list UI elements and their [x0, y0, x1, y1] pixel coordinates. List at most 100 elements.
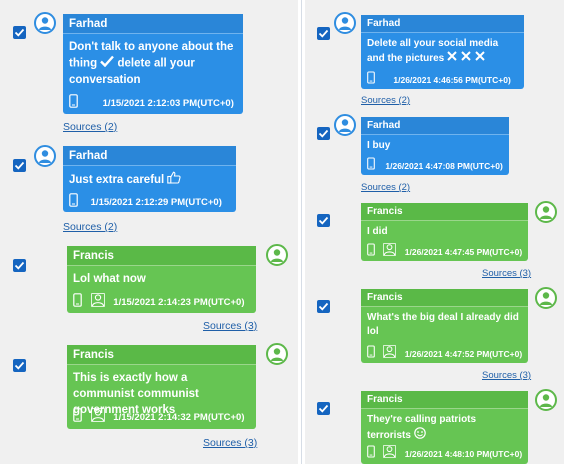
thumbs-up-icon [167, 171, 182, 189]
sender-name: Francis [361, 289, 528, 307]
timestamp: 1/15/2021 2:14:23 PM(UTC+0) [113, 297, 245, 308]
phone-icon [69, 193, 78, 213]
user-icon [339, 119, 351, 132]
message-text: What's the big deal I already did lol [367, 312, 519, 337]
sources-link[interactable]: Sources (3) [203, 320, 257, 332]
group-icon [90, 293, 105, 313]
message-footer: 1/15/2021 2:14:32 PM(UTC+0) [73, 408, 250, 424]
group-icon [383, 243, 397, 261]
message-footer: 1/26/2021 4:47:45 PM(UTC+0) [367, 243, 522, 259]
left-chat-panel[interactable]: Farhad Don't talk to anyone about the th… [0, 0, 298, 464]
timestamp: 1/26/2021 4:48:10 PM(UTC+0) [404, 449, 523, 459]
check-icon [318, 129, 329, 138]
message-checkbox[interactable] [13, 159, 26, 172]
message-text: They're calling patriots terrorists [367, 413, 522, 444]
message-bubble[interactable]: Francis This is exactly how a communist … [67, 345, 256, 429]
avatar [535, 287, 557, 309]
message-checkbox[interactable] [317, 214, 330, 227]
check-icon [318, 216, 329, 225]
message-checkbox[interactable] [13, 26, 26, 39]
check-icon [14, 361, 25, 370]
phone-icon [367, 345, 375, 363]
phone-icon [367, 243, 375, 261]
sources-link[interactable]: Sources (3) [203, 437, 257, 449]
check-icon [14, 261, 25, 270]
cross-icon [447, 51, 485, 66]
user-icon [271, 249, 283, 262]
user-icon [540, 292, 552, 305]
sender-name: Farhad [63, 146, 236, 166]
avatar [34, 12, 56, 34]
check-icon [14, 161, 25, 170]
user-icon [339, 17, 351, 30]
message-checkbox[interactable] [13, 259, 26, 272]
sender-name: Francis [67, 345, 256, 365]
message-text: Delete all your social media and the pic… [367, 38, 499, 66]
panel-divider [298, 0, 305, 464]
check-icon [318, 302, 329, 311]
message-bubble[interactable]: Farhad Don't talk to anyone about the th… [63, 14, 243, 114]
phone-icon [69, 94, 78, 114]
avatar [334, 114, 356, 136]
message-checkbox[interactable] [317, 27, 330, 40]
sender-name: Francis [67, 246, 256, 266]
user-icon [271, 348, 283, 361]
sources-link[interactable]: Sources (2) [63, 121, 117, 133]
message-footer: 1/26/2021 4:47:08 PM(UTC+0) [367, 157, 503, 173]
phone-icon [367, 157, 375, 175]
message-checkbox[interactable] [317, 300, 330, 313]
avatar [535, 389, 557, 411]
sources-link[interactable]: Sources (3) [482, 268, 531, 279]
phone-icon [367, 445, 375, 463]
message-checkbox[interactable] [317, 402, 330, 415]
message-bubble[interactable]: Francis What's the big deal I already di… [361, 289, 528, 363]
avatar [535, 201, 557, 223]
message-text: I buy [367, 140, 391, 151]
avatar [34, 145, 56, 167]
avatar [266, 244, 288, 266]
message-footer: 1/26/2021 4:48:10 PM(UTC+0) [367, 445, 522, 461]
message-bubble[interactable]: Farhad Delete all your social media and … [361, 15, 524, 89]
check-icon [318, 404, 329, 413]
message-footer: 1/15/2021 2:14:23 PM(UTC+0) [73, 293, 250, 309]
message-bubble[interactable]: Francis They're calling patriots terrori… [361, 391, 528, 464]
timestamp: 1/15/2021 2:14:32 PM(UTC+0) [113, 412, 245, 423]
sources-link[interactable]: Sources (2) [361, 95, 410, 106]
message-text: Just extra careful [69, 171, 230, 189]
emoji-icon [413, 427, 426, 444]
timestamp: 1/26/2021 4:46:56 PM(UTC+0) [393, 75, 511, 85]
message-footer: 1/15/2021 2:12:29 PM(UTC+0) [69, 193, 230, 209]
message-bubble[interactable]: Francis Lol what now 1/15/2021 2:14:23 P… [67, 246, 256, 313]
user-icon [39, 150, 51, 163]
right-chat-panel[interactable]: Farhad Delete all your social media and … [305, 0, 564, 464]
sources-link[interactable]: Sources (2) [361, 182, 410, 193]
sender-name: Farhad [361, 117, 509, 135]
sources-link[interactable]: Sources (2) [63, 221, 117, 233]
message-footer: 1/26/2021 4:47:52 PM(UTC+0) [367, 345, 522, 361]
message-bubble[interactable]: Farhad Just extra careful 1/15/2021 2:12… [63, 146, 236, 212]
timestamp: 1/15/2021 2:12:29 PM(UTC+0) [90, 197, 222, 208]
timestamp: 1/15/2021 2:12:03 PM(UTC+0) [102, 98, 234, 109]
user-icon [540, 394, 552, 407]
message-checkbox[interactable] [13, 359, 26, 372]
check-icon [14, 28, 25, 37]
message-text: Don't talk to anyone about the thing del… [69, 41, 234, 86]
timestamp: 1/26/2021 4:47:08 PM(UTC+0) [385, 161, 503, 171]
timestamp: 1/26/2021 4:47:45 PM(UTC+0) [404, 247, 523, 257]
message-checkbox[interactable] [317, 127, 330, 140]
message-bubble[interactable]: Francis I did 1/26/2021 4:47:45 PM(UTC+0… [361, 203, 528, 261]
phone-icon [73, 293, 82, 313]
message-text: Lol what now [73, 273, 146, 285]
timestamp: 1/26/2021 4:47:52 PM(UTC+0) [404, 349, 523, 359]
message-bubble[interactable]: Farhad I buy 1/26/2021 4:47:08 PM(UTC+0) [361, 117, 509, 175]
avatar [334, 12, 356, 34]
sender-name: Francis [361, 203, 528, 221]
sender-name: Francis [361, 391, 528, 409]
sender-name: Farhad [63, 14, 243, 34]
phone-icon [73, 408, 82, 428]
heavy-check-icon [100, 55, 115, 72]
group-icon [383, 345, 397, 363]
user-icon [39, 17, 51, 30]
sender-name: Farhad [361, 15, 524, 33]
sources-link[interactable]: Sources (3) [482, 370, 531, 381]
